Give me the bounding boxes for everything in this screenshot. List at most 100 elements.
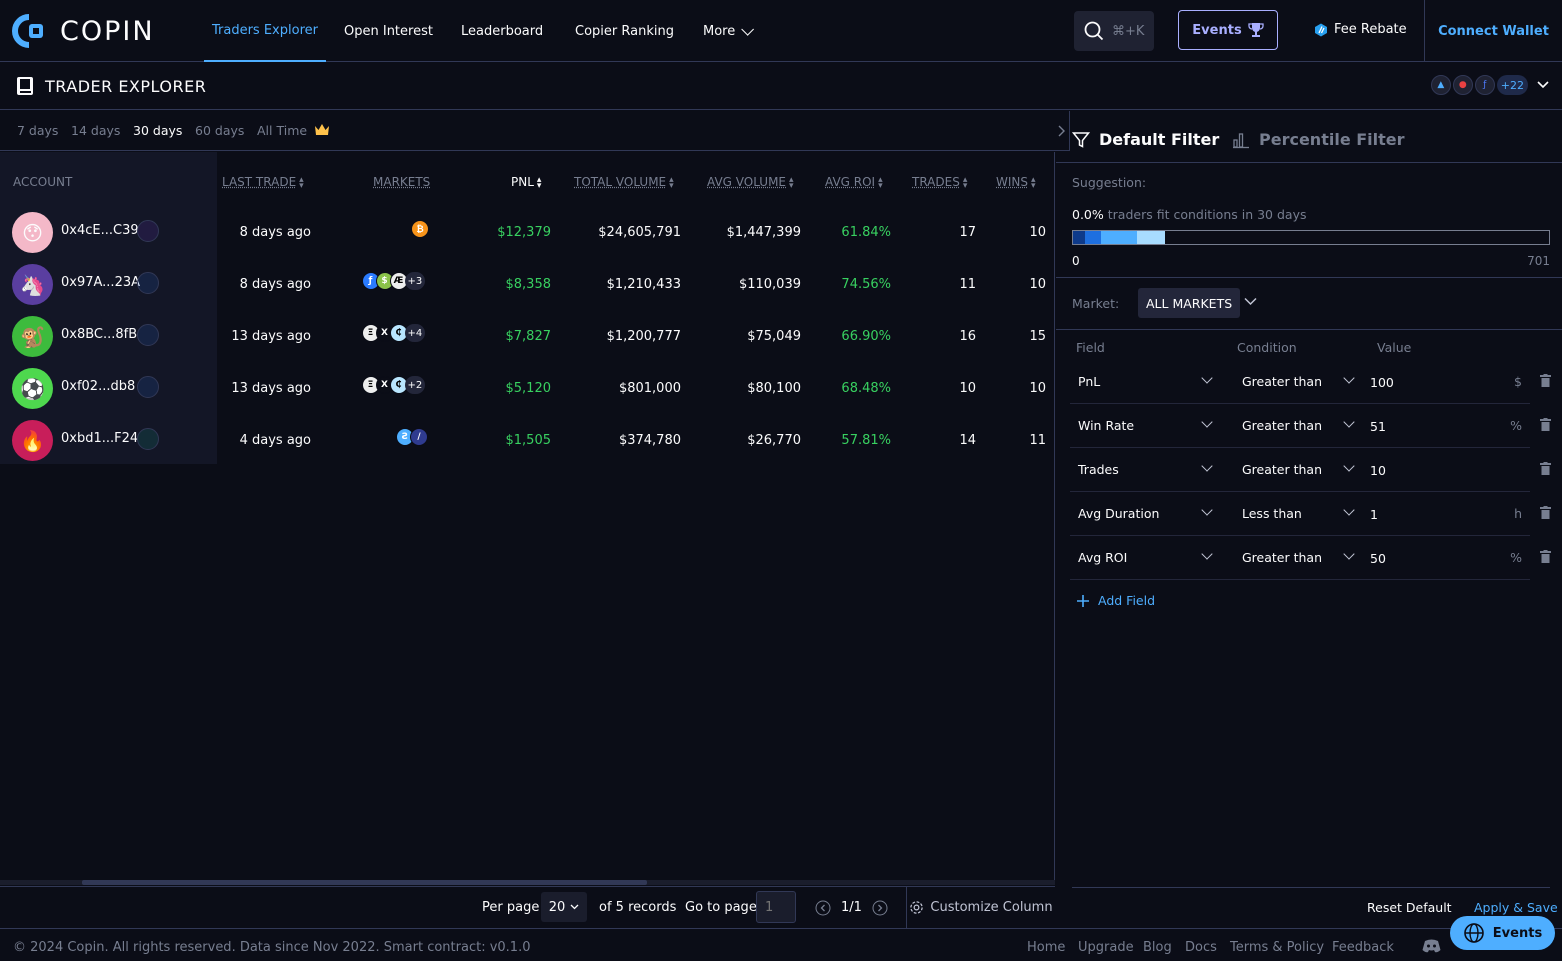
protocol-badge-icon — [137, 376, 159, 398]
per-page-select[interactable]: 20 — [541, 892, 587, 922]
filter-value-input[interactable]: 51 — [1370, 419, 1386, 434]
account-address[interactable]: 0xf02...db8 — [61, 379, 135, 394]
header-avg-roi[interactable]: AVG ROI ▴ ▾ — [825, 175, 883, 190]
filter-unit: % — [1510, 550, 1522, 565]
filter-field-select[interactable]: PnL — [1078, 374, 1100, 389]
filter-value-input[interactable]: 1 — [1370, 507, 1378, 522]
trash-icon[interactable] — [1540, 418, 1551, 431]
connect-wallet-button[interactable]: Connect Wallet — [1424, 0, 1562, 62]
market-select[interactable]: ALL MARKETS — [1138, 288, 1241, 318]
next-page-icon[interactable] — [872, 900, 888, 916]
events-button[interactable]: Events — [1178, 10, 1278, 50]
trash-icon[interactable] — [1540, 374, 1551, 387]
header-avg-volume[interactable]: AVG VOLUME ▴ ▾ — [707, 175, 794, 190]
chevron-down-icon[interactable] — [1343, 504, 1355, 516]
chevron-down-icon[interactable] — [1201, 460, 1213, 472]
timeframe-all-time[interactable]: All Time — [257, 123, 330, 138]
chevron-down-icon[interactable] — [1201, 548, 1213, 560]
fee-rebate-link[interactable]: Fee Rebate — [1314, 22, 1407, 37]
account-address[interactable]: 0x8BC...8fB — [61, 327, 137, 342]
timeframe-30d[interactable]: 30 days — [133, 123, 182, 138]
filter-condition-select[interactable]: Greater than — [1242, 550, 1322, 565]
events-floating-button[interactable]: Events — [1450, 916, 1555, 950]
search-button[interactable]: ⌘+K — [1074, 11, 1154, 51]
reset-default-button[interactable]: Reset Default — [1367, 900, 1452, 915]
nav-label: Copier Ranking — [575, 23, 674, 39]
chevron-down-icon[interactable] — [1201, 372, 1213, 384]
header-last-trade[interactable]: LAST TRADE ▴ ▾ — [222, 174, 304, 191]
customize-column-button[interactable]: Customize Column — [906, 887, 1055, 928]
filter-value-input[interactable]: 50 — [1370, 551, 1386, 566]
footer-link-upgrade[interactable]: Upgrade — [1078, 940, 1134, 955]
nav-traders-explorer[interactable]: Traders Explorer — [204, 0, 326, 62]
filter-condition-select[interactable]: Less than — [1242, 506, 1302, 521]
filter-row: Win Rate Greater than 51 % — [1070, 404, 1530, 448]
nav-leaderboard[interactable]: Leaderboard — [453, 0, 551, 62]
filter-condition-select[interactable]: Greater than — [1242, 374, 1322, 389]
filter-value-input[interactable]: 10 — [1370, 463, 1386, 478]
account-address[interactable]: 0x4cE...C39 — [61, 223, 139, 238]
trash-icon[interactable] — [1540, 550, 1551, 563]
chevron-down-icon[interactable] — [1201, 416, 1213, 428]
table-row[interactable]: 🐒 0x8BC...8fB 13 days ago Ξ X ₵ +4 $7,827 $… — [0, 310, 1055, 362]
discord-icon[interactable] — [1422, 939, 1441, 953]
filter-field-select[interactable]: Avg Duration — [1078, 506, 1159, 521]
prev-page-icon[interactable] — [815, 900, 831, 916]
account-address[interactable]: 0x97A...23A — [61, 275, 140, 290]
filter-field-select[interactable]: Trades — [1078, 462, 1119, 477]
table-row[interactable]: ⚽ 0xf02...db8 13 days ago Ξ X ₵ +2 $5,120 $… — [0, 362, 1055, 414]
filter-row: Trades Greater than 10 — [1070, 448, 1530, 492]
logo[interactable]: COPIN — [12, 14, 155, 48]
events-float-label: Events — [1492, 925, 1543, 941]
nav-copier-ranking[interactable]: Copier Ranking — [567, 0, 682, 62]
filter-condition-select[interactable]: Greater than — [1242, 462, 1322, 477]
header-trades[interactable]: TRADES ▴ ▾ — [912, 175, 967, 190]
horizontal-scrollbar[interactable] — [0, 880, 1055, 885]
header-pnl[interactable]: PNL ▴ ▾ — [511, 175, 541, 190]
footer-link-home[interactable]: Home — [1027, 940, 1065, 955]
chevron-down-icon[interactable] — [1343, 548, 1355, 560]
tab-default-filter[interactable]: Default Filter — [1072, 130, 1219, 149]
header-total-volume[interactable]: TOTAL VOLUME ▴ ▾ — [574, 175, 674, 190]
brand-name: COPIN — [60, 15, 155, 47]
footer-link-terms[interactable]: Terms & Policy — [1230, 940, 1324, 955]
filter-value-input[interactable]: 100 — [1370, 375, 1394, 390]
sort-icon: ▴ ▾ — [299, 174, 304, 191]
divider — [1056, 329, 1562, 330]
protocol-selector[interactable]: ▲ ● ƒ +22 — [1430, 75, 1550, 95]
apply-save-button[interactable]: Apply & Save — [1474, 900, 1558, 915]
trash-icon[interactable] — [1540, 506, 1551, 519]
chevron-down-icon[interactable] — [1343, 416, 1355, 428]
protocol-badge-icon — [137, 272, 159, 294]
table-row[interactable]: 😯 0x4cE...C39 8 days ago ₿ $12,379 $24,6… — [0, 206, 1055, 258]
pagination-bar: Per page 20 of 5 records Go to page 1/1 … — [0, 886, 1055, 928]
footer-link-blog[interactable]: Blog — [1143, 940, 1172, 955]
trash-icon[interactable] — [1540, 462, 1551, 475]
markets-cell: Ξ X ₵ +2 — [361, 376, 426, 394]
timeframe-7d[interactable]: 7 days — [17, 123, 58, 138]
table-row[interactable]: 🦄 0x97A...23A 8 days ago ƒ $ Æ +3 $8,358 $1… — [0, 258, 1055, 310]
filter-field-select[interactable]: Avg ROI — [1078, 550, 1127, 565]
timeframe-14d[interactable]: 14 days — [71, 123, 120, 138]
scrollbar-thumb[interactable] — [82, 880, 647, 885]
tab-percentile-filter[interactable]: Percentile Filter — [1232, 130, 1405, 149]
chevron-down-icon[interactable] — [1201, 504, 1213, 516]
filter-field-select[interactable]: Win Rate — [1078, 418, 1134, 433]
timeframe-60d[interactable]: 60 days — [195, 123, 244, 138]
goto-page-input[interactable] — [756, 891, 796, 923]
account-address[interactable]: 0xbd1...F24 — [61, 431, 138, 446]
chevron-down-icon[interactable] — [1343, 372, 1355, 384]
filter-condition-select[interactable]: Greater than — [1242, 418, 1322, 433]
nav-more[interactable]: More — [695, 0, 758, 62]
header-wins[interactable]: WINS ▴ ▾ — [996, 175, 1036, 190]
table-row[interactable]: 🔥 0xbd1...F24 4 days ago Ƨ ∕ $1,505 $374,… — [0, 414, 1055, 466]
trades-cell: 14 — [959, 433, 976, 448]
footer-link-feedback[interactable]: Feedback — [1332, 940, 1394, 955]
chevron-down-icon[interactable] — [1244, 297, 1257, 306]
add-field-button[interactable]: Add Field — [1076, 593, 1155, 608]
footer-link-docs[interactable]: Docs — [1185, 940, 1217, 955]
nav-open-interest[interactable]: Open Interest — [336, 0, 441, 62]
top-navbar: COPIN Traders Explorer Open Interest Lea… — [0, 0, 1562, 62]
avg-volume-cell: $110,039 — [738, 277, 801, 292]
chevron-down-icon[interactable] — [1343, 460, 1355, 472]
